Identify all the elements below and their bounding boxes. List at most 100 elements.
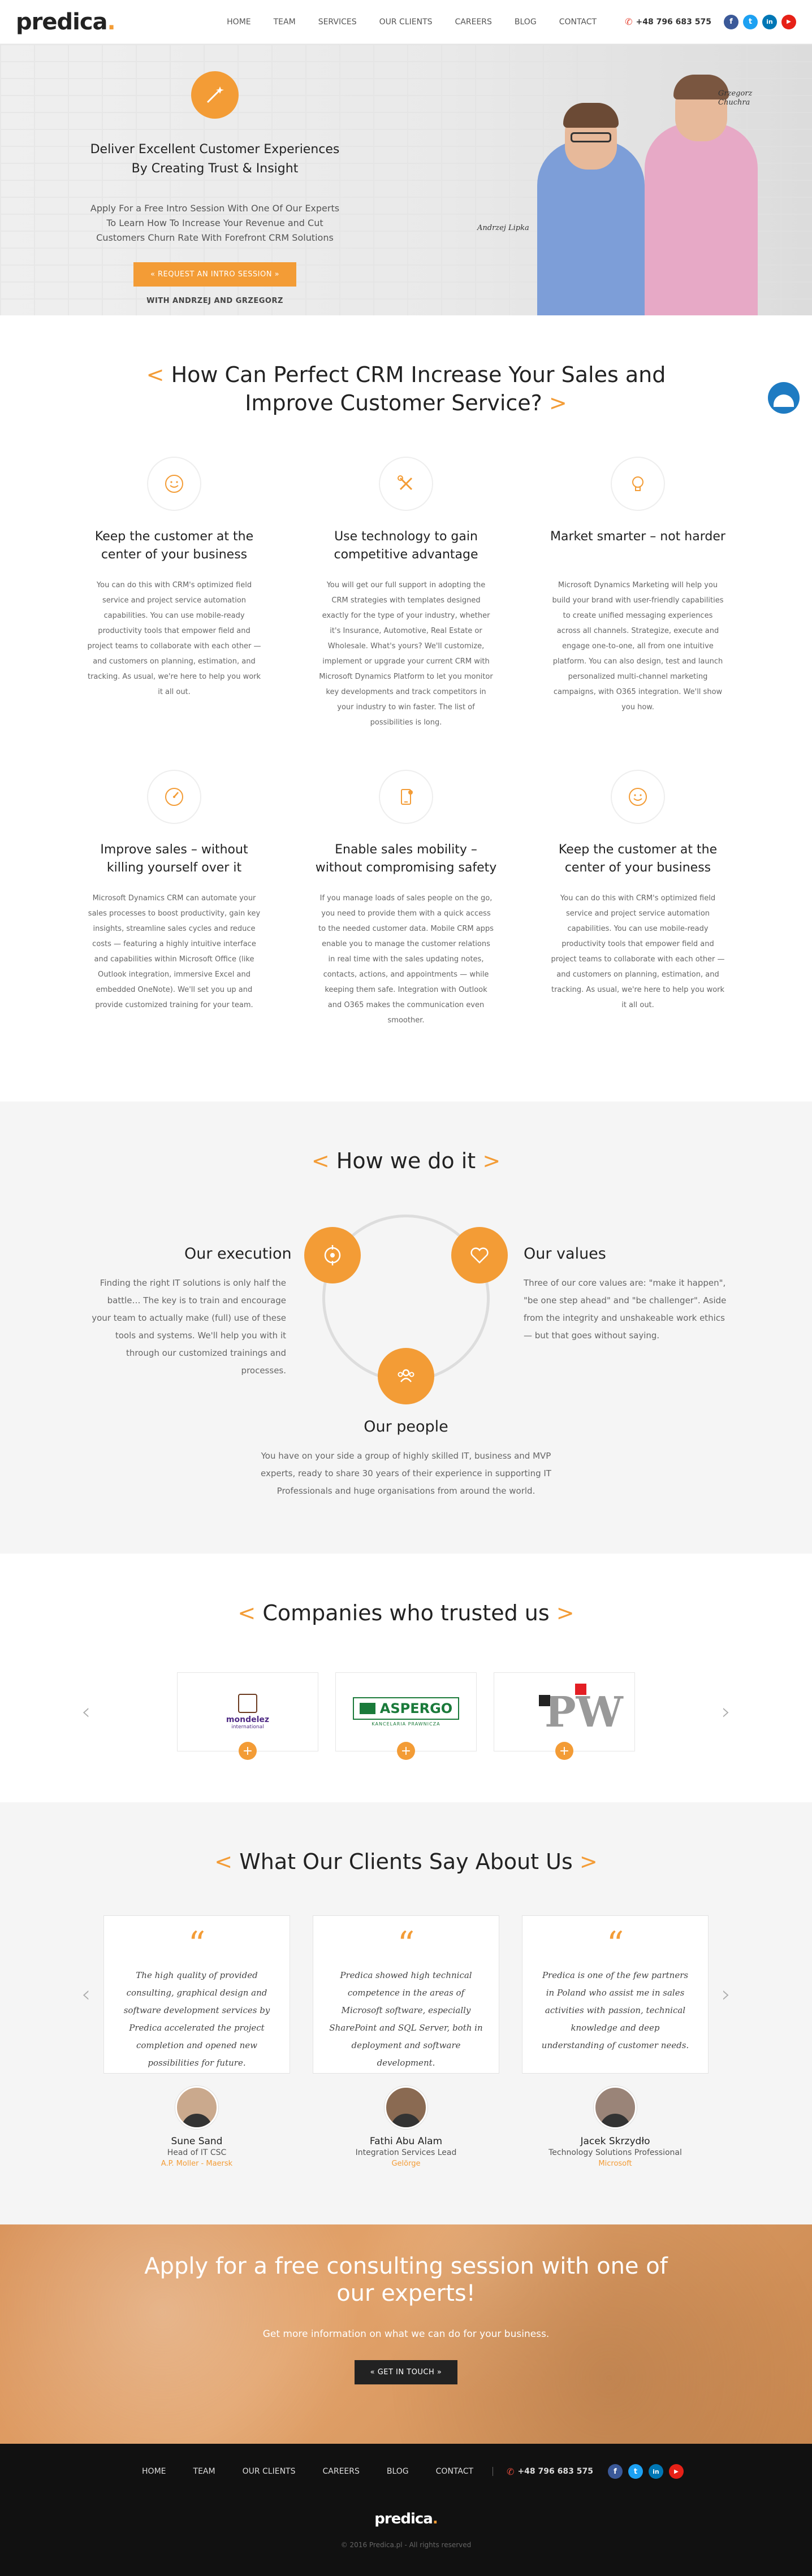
company-logo-card[interactable]: PW + — [494, 1672, 635, 1760]
footer-nav-team[interactable]: TEAM — [180, 2467, 229, 2476]
feature-text: You can do this with CRM's optimized fie… — [87, 581, 261, 696]
testimonial-quote: Predica showed high technical competence… — [329, 1970, 483, 2068]
feature-title: Enable sales mobility – without compromi… — [315, 843, 497, 875]
feature-title: Improve sales – without killing yourself… — [100, 843, 248, 875]
hero-title: Deliver Excellent Customer Experiences B… — [90, 142, 340, 176]
linkedin-icon[interactable]: in — [648, 2464, 663, 2479]
logo[interactable]: predica. — [16, 8, 116, 35]
youtube-icon[interactable]: ▶ — [668, 2464, 684, 2479]
request-intro-button[interactable]: « REQUEST AN INTRO SESSION » — [133, 262, 297, 287]
signature-andrzej: Andrzej Lipka — [477, 224, 529, 232]
page: predica. HOME TEAM SERVICES OUR CLIENTS … — [0, 0, 812, 2576]
site-header: predica. HOME TEAM SERVICES OUR CLIENTS … — [0, 0, 812, 44]
mondelez-emblem-icon — [237, 1694, 257, 1713]
testimonials-prev-icon[interactable]: ‹ — [81, 1981, 90, 2007]
footer-phone[interactable]: +48 796 683 575 — [517, 2467, 593, 2476]
features-grid: Keep the customer at the center of your … — [0, 457, 812, 1068]
copyright: © 2016 Predica.pl - All rights reserved — [340, 2541, 472, 2549]
testimonial-quote: Predica is one of the few partners in Po… — [541, 1970, 689, 2050]
testimonial-card: “ Predica showed high technical competen… — [313, 1915, 499, 2074]
lightbulb-icon — [611, 457, 665, 511]
logo-dot: . — [107, 8, 116, 35]
company-logo-card[interactable]: ASPERGO KANCELARIA PRAWNICZA + — [335, 1672, 477, 1760]
plus-icon[interactable]: + — [555, 1742, 573, 1760]
nav-services[interactable]: SERVICES — [307, 18, 368, 27]
companies-section: < Companies who trusted us > ‹ mondelez … — [0, 1554, 812, 1802]
values-title: Our values — [524, 1245, 606, 1263]
footer-nav-contact[interactable]: CONTACT — [422, 2467, 487, 2476]
nav-team[interactable]: TEAM — [262, 18, 307, 27]
smile-icon — [147, 457, 201, 511]
author-role: Integration Services Lead — [355, 2148, 457, 2157]
chat-widget-icon[interactable] — [768, 382, 800, 414]
feature-card: Use technology to gain competitive advan… — [313, 457, 499, 730]
authors-row: Sune Sand Head of IT CSC A.P. Moller - M… — [0, 2086, 812, 2168]
testimonial-author: Jacek Skrzydło Technology Solutions Prof… — [522, 2086, 709, 2168]
footer-nav: HOME TEAM OUR CLIENTS CAREERS BLOG CONTA… — [0, 2464, 812, 2479]
execution-title: Our execution — [184, 1245, 292, 1263]
footer-nav-our-clients[interactable]: OUR CLIENTS — [229, 2467, 309, 2476]
features-section: < How Can Perfect CRM Increase Your Sale… — [0, 315, 812, 1101]
header-phone[interactable]: ✆ +48 796 683 575 — [625, 16, 711, 27]
target-icon — [304, 1227, 361, 1283]
hero-photo: Andrzej Lipka Grzegorz Chuchra — [477, 44, 769, 315]
phone-icon: ✆ — [625, 16, 633, 27]
magic-wand-icon — [191, 71, 239, 119]
pw-logo: PW — [539, 1684, 623, 1740]
aspergo-logo: ASPERGO — [379, 1701, 453, 1716]
feature-card: Enable sales mobility – without compromi… — [313, 770, 499, 1028]
footer-nav-home[interactable]: HOME — [128, 2467, 179, 2476]
footer-nav-careers[interactable]: CAREERS — [309, 2467, 373, 2476]
feature-card: Keep the customer at the center of your … — [545, 770, 731, 1028]
execution-text: Finding the right IT solutions is only h… — [92, 1278, 286, 1376]
twitter-icon[interactable]: t — [743, 14, 758, 29]
testimonial-card: “ Predica is one of the few partners in … — [522, 1915, 709, 2074]
testimonials-next-icon[interactable]: › — [722, 1981, 731, 2007]
people-title: Our people — [364, 1418, 448, 1436]
author-company[interactable]: Microsoft — [522, 2159, 709, 2168]
youtube-icon[interactable]: ▶ — [781, 14, 796, 29]
nav-our-clients[interactable]: OUR CLIENTS — [368, 18, 444, 27]
twitter-icon[interactable]: t — [628, 2464, 643, 2479]
nav-home[interactable]: HOME — [215, 18, 262, 27]
feature-title: Keep the customer at the center of your … — [558, 843, 718, 875]
nav-contact[interactable]: CONTACT — [548, 18, 608, 27]
cta-section: Apply for a free consulting session with… — [0, 2224, 812, 2444]
facebook-icon[interactable]: f — [724, 14, 738, 29]
smile-icon — [611, 770, 665, 824]
cta-title: Apply for a free consulting session with… — [144, 2253, 668, 2306]
phone-icon: ✆ — [507, 2466, 515, 2477]
footer-nav-blog[interactable]: BLOG — [373, 2467, 422, 2476]
facebook-icon[interactable]: f — [607, 2464, 623, 2479]
company-logo-card[interactable]: mondelez international + — [177, 1672, 318, 1760]
nav-careers[interactable]: CAREERS — [444, 18, 503, 27]
feature-text: Microsoft Dynamics Marketing will help y… — [552, 581, 724, 712]
carousel-prev-icon[interactable]: ‹ — [81, 1699, 90, 1725]
quote-icon: “ — [188, 1924, 206, 1964]
testimonial-quote: The high quality of provided consulting,… — [123, 1970, 270, 2068]
footer-logo[interactable]: predica. — [0, 2510, 812, 2527]
footer-logo-text: predica — [374, 2510, 433, 2527]
phone-number: +48 796 683 575 — [636, 17, 711, 27]
values-text: Three of our core values are: "make it h… — [524, 1278, 727, 1341]
nav-blog[interactable]: BLOG — [503, 18, 548, 27]
plus-icon[interactable]: + — [397, 1742, 415, 1760]
feature-text: Microsoft Dynamics CRM can automate your… — [88, 894, 261, 1009]
tools-icon — [379, 457, 433, 511]
plus-icon[interactable]: + — [239, 1742, 257, 1760]
signature-grzegorz: Grzegorz Chuchra — [718, 89, 753, 107]
testimonial-author: Fathi Abu Alam Integration Services Lead… — [313, 2086, 499, 2168]
testimonials-title: < What Our Clients Say About Us > — [214, 1849, 598, 1874]
bracket-close: > — [548, 391, 567, 415]
linkedin-icon[interactable]: in — [762, 14, 777, 29]
author-company[interactable]: A.P. Moller - Maersk — [103, 2159, 290, 2168]
author-company[interactable]: Gelörge — [313, 2159, 499, 2168]
get-in-touch-button[interactable]: « GET IN TOUCH » — [354, 2360, 458, 2384]
quotes-row: ‹ “ The high quality of provided consult… — [0, 1915, 812, 2074]
feature-title: Market smarter – not harder — [550, 530, 725, 544]
main-nav: HOME TEAM SERVICES OUR CLIENTS CAREERS B… — [215, 18, 608, 27]
carousel-next-icon[interactable]: › — [722, 1699, 731, 1725]
person-andrzej — [537, 84, 645, 315]
feature-title: Use technology to gain competitive advan… — [334, 530, 478, 562]
feature-title: Keep the customer at the center of your … — [94, 530, 254, 562]
